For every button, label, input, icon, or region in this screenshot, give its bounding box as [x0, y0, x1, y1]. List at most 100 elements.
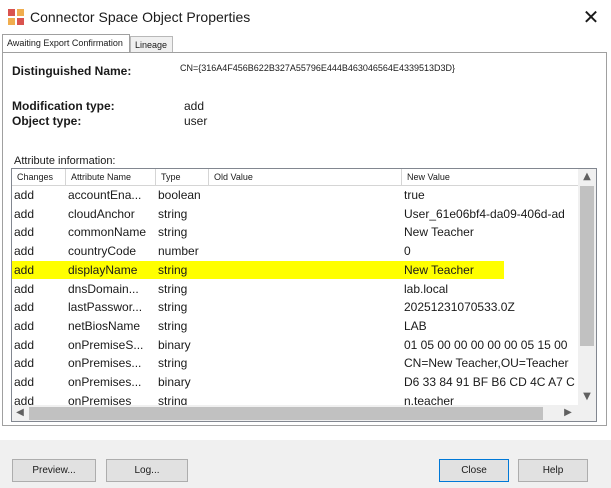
column-header-attribute-name[interactable]: Attribute Name	[66, 169, 156, 185]
table-row[interactable]: add accountEna... boolean true	[12, 186, 578, 205]
cell-attribute-name: onPremises...	[68, 375, 142, 389]
cell-new-value: 01 05 00 00 00 00 00 05 15 00	[404, 337, 568, 352]
cell-new-value: true	[404, 188, 425, 202]
cell-old-value	[209, 354, 402, 373]
cell-old-value	[209, 186, 402, 205]
cell-new-value: lab.local	[404, 281, 449, 296]
cell-type: binary	[158, 375, 191, 389]
table-row[interactable]: add lastPasswor... string 20251231070533.0Z	[12, 298, 578, 317]
cell-type: number	[158, 244, 199, 259]
scroll-left-icon[interactable]: ◀	[14, 407, 26, 418]
cell-attribute-name: commonName	[68, 225, 147, 240]
object-type-value: user	[184, 114, 208, 128]
tab-lineage[interactable]: Lineage	[130, 36, 173, 53]
cell-new-value: New Teacher	[404, 225, 474, 240]
cell-change: add	[14, 375, 35, 389]
column-header-changes[interactable]: Changes	[12, 169, 66, 185]
title-bar: Connector Space Object Properties ✕	[0, 0, 611, 34]
column-header-old-value[interactable]: Old Value	[209, 169, 402, 185]
cell-old-value	[209, 336, 402, 355]
table-row[interactable]: add commonName string New Teacher	[12, 223, 578, 242]
cell-old-value	[209, 261, 402, 280]
cell-old-value	[209, 242, 402, 261]
dn-value: CN={316A4F456B622B327A55796E444B46304656…	[180, 63, 455, 73]
cell-new-value: D6 33 84 91 BF B6 CD 4C A7 C	[404, 375, 575, 389]
cell-type: binary	[158, 337, 191, 352]
vertical-scroll-thumb[interactable]	[580, 186, 594, 346]
cell-new-value: New Teacher	[404, 262, 474, 277]
close-button[interactable]: Close	[439, 459, 509, 482]
horizontal-scrollbar[interactable]: ◀ ▶	[12, 405, 578, 421]
cell-change: add	[14, 337, 35, 352]
cell-change: add	[14, 300, 35, 315]
modification-type-value: add	[184, 99, 205, 113]
cell-change: add	[14, 281, 35, 296]
scroll-down-icon[interactable]: ▼	[578, 391, 596, 402]
table-row[interactable]: add dnsDomain... string lab.local	[12, 280, 578, 299]
scrollbar-corner	[578, 405, 596, 421]
cell-type: string	[158, 318, 188, 333]
vertical-scrollbar[interactable]: ▲ ▼	[578, 169, 596, 405]
cell-change: add	[14, 206, 35, 221]
attribute-list-header: Changes Attribute Name Type Old Value Ne…	[12, 169, 578, 186]
table-row[interactable]: add onPremises... binary D6 33 84 91 BF B6 …	[12, 373, 578, 392]
cell-old-value	[209, 280, 402, 299]
cell-attribute-name: lastPasswor...	[68, 300, 143, 315]
tab-strip: Lineage Awaiting Export Confirmation	[0, 34, 611, 53]
cell-attribute-name: cloudAnchor	[68, 206, 135, 221]
cell-type: string	[158, 225, 188, 240]
scroll-right-icon[interactable]: ▶	[562, 407, 574, 418]
cell-attribute-name: displayName	[68, 262, 138, 277]
cell-type: string	[158, 356, 188, 371]
cell-old-value	[209, 298, 402, 317]
attribute-information-label: Attribute information:	[14, 155, 116, 167]
cell-old-value	[209, 373, 402, 392]
scroll-up-icon[interactable]: ▲	[578, 171, 596, 182]
cell-type: string	[158, 300, 188, 315]
cell-old-value	[209, 205, 402, 224]
column-header-new-value[interactable]: New Value	[402, 169, 578, 185]
table-row[interactable]: add countryCode number 0	[12, 242, 578, 261]
cell-new-value: LAB	[404, 318, 427, 333]
cell-change: add	[14, 318, 35, 333]
cell-new-value: 20251231070533.0Z	[404, 300, 515, 315]
cell-change: add	[14, 244, 35, 259]
cell-attribute-name: countryCode	[68, 244, 137, 259]
cell-attribute-name: netBiosName	[68, 318, 141, 333]
preview-button[interactable]: Preview...	[12, 459, 96, 482]
table-row[interactable]: add cloudAnchor string User_61e06bf4-da09-4…	[12, 205, 578, 224]
cell-change: add	[14, 188, 35, 202]
column-header-type[interactable]: Type	[156, 169, 209, 185]
window-title: Connector Space Object Properties	[30, 9, 251, 25]
close-window-icon[interactable]: ✕	[576, 4, 606, 30]
horizontal-scroll-thumb[interactable]	[29, 407, 543, 420]
table-row[interactable]: add onPremiseS... binary 01 05 00 00 00 00 …	[12, 336, 578, 355]
cell-new-value: CN=New Teacher,OU=Teacher	[404, 356, 569, 371]
cell-type: boolean	[158, 188, 201, 202]
cell-type: string	[158, 281, 188, 296]
object-type-label: Object type:	[12, 114, 82, 128]
cell-attribute-name: onPremiseS...	[68, 337, 144, 352]
cell-attribute-name: dnsDomain...	[68, 281, 139, 296]
cell-new-value: User_61e06bf4-da09-406d-ad	[404, 206, 565, 221]
cell-old-value	[209, 317, 402, 336]
cell-change: add	[14, 225, 35, 240]
attribute-list[interactable]: Changes Attribute Name Type Old Value Ne…	[11, 168, 597, 422]
help-button[interactable]: Help	[518, 459, 588, 482]
modification-type-label: Modification type:	[12, 99, 115, 113]
log-button[interactable]: Log...	[106, 459, 188, 482]
cell-change: add	[14, 356, 35, 371]
cell-attribute-name: onPremises...	[68, 356, 142, 371]
cell-new-value: 0	[404, 244, 411, 259]
cell-attribute-name: accountEna...	[68, 188, 142, 202]
cell-change: add	[14, 262, 35, 277]
dn-label: Distinguished Name:	[12, 64, 132, 78]
cell-type: string	[158, 206, 188, 221]
tab-awaiting-export-confirmation[interactable]: Awaiting Export Confirmation	[2, 34, 130, 53]
cell-old-value	[209, 223, 402, 242]
table-row[interactable]: add displayName string New Teacher	[12, 260, 578, 280]
app-icon	[8, 9, 24, 25]
cell-type: string	[158, 262, 188, 277]
table-row[interactable]: add onPremises... string CN=New Teacher,OU=…	[12, 354, 578, 373]
table-row[interactable]: add netBiosName string LAB	[12, 317, 578, 336]
